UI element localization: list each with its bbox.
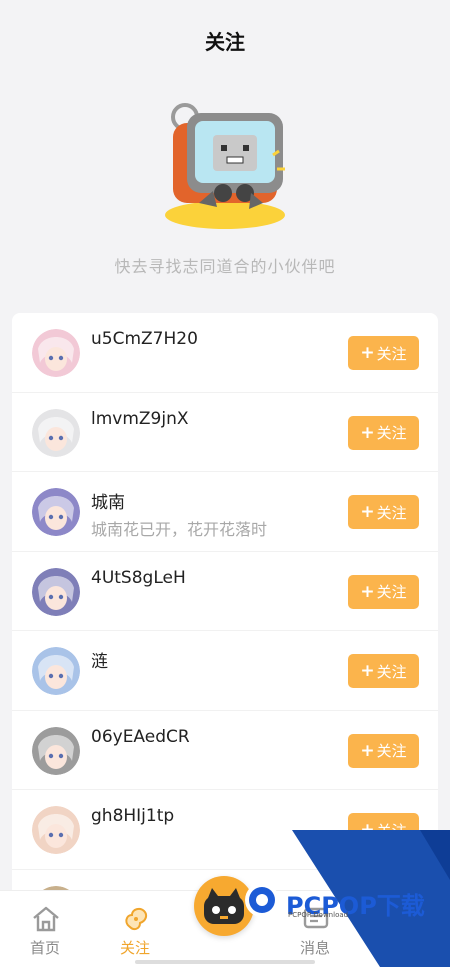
user-signature: 城南花已开，花开花落时	[91, 520, 268, 539]
user-list: u5CmZ7H20 + 关注 lmvmZ9jnX + 关注 城南 城南花已开，花开花落时 + 关注…	[12, 313, 438, 913]
plus-icon: +	[360, 661, 375, 681]
plus-icon: +	[360, 581, 375, 602]
plus-icon: +	[360, 343, 375, 363]
follow-button[interactable]: +关注	[348, 654, 419, 688]
page-title: 关注	[205, 29, 245, 54]
username[interactable]: 06yEAedCR	[91, 727, 190, 747]
follow-button-label: 关注	[376, 821, 407, 840]
follow-button[interactable]: +关注	[348, 495, 419, 529]
follow-button[interactable]: +关注	[348, 733, 419, 768]
hero-illustration: 快去寻找志同道合的小伙伴吧	[0, 95, 450, 295]
user-row[interactable]: lmvmZ9jnX + 关注	[12, 393, 438, 472]
follow-button-label: 关注	[376, 662, 407, 681]
mascot-face-icon	[204, 888, 244, 924]
username[interactable]: 城南	[91, 488, 125, 513]
tv-mascot-icon	[165, 103, 285, 229]
follow-button-label: 关注	[376, 583, 407, 601]
plus-icon: +	[360, 740, 375, 761]
user-row[interactable]: u5CmZ7H20 + 关注	[12, 313, 438, 393]
user-row[interactable]: 涟 + 关注	[12, 631, 438, 711]
user-row[interactable]: 4UtS8gLeH + 关注	[12, 552, 438, 631]
follow-button-label: 关注	[376, 424, 407, 442]
center-create-button[interactable]	[194, 876, 254, 936]
username[interactable]: u5CmZ7H20	[91, 329, 198, 349]
top-bar: 关注	[0, 0, 450, 80]
username[interactable]: lmvmZ9jnX	[91, 409, 189, 429]
follow-button-label: 关注	[376, 742, 407, 760]
tab-follow-label: 关注	[119, 939, 150, 957]
follow-button[interactable]: +关注	[348, 415, 419, 450]
follow-button[interactable]: +关注	[348, 813, 419, 847]
avatar[interactable]	[32, 567, 80, 616]
avatar[interactable]	[32, 408, 80, 457]
plus-icon: +	[360, 820, 375, 840]
tab-home-label: 首页	[29, 939, 60, 957]
tab-message-label: 消息	[299, 939, 330, 957]
follow-button[interactable]: +关注	[348, 336, 419, 370]
tab-home[interactable]: 首页	[0, 891, 90, 967]
follow-button[interactable]: +关注	[348, 574, 419, 609]
avatar[interactable]	[32, 488, 80, 536]
avatar[interactable]	[32, 647, 80, 695]
tab-message[interactable]: 消息	[270, 891, 360, 967]
home-indicator	[135, 960, 315, 964]
follow-button-label: 关注	[376, 503, 407, 522]
username[interactable]: 涟	[91, 647, 108, 672]
avatar[interactable]	[32, 329, 80, 377]
username[interactable]: 4UtS8gLeH	[91, 568, 186, 588]
tab-follow[interactable]: 关注	[90, 891, 180, 967]
peanut-icon	[125, 907, 148, 931]
user-row[interactable]: 城南城南花已开，花开花落时 + 关注	[12, 472, 438, 552]
plus-icon: +	[360, 422, 375, 443]
avatar[interactable]	[32, 806, 80, 854]
empty-hint-text: 快去寻找志同道合的小伙伴吧	[114, 257, 336, 276]
username[interactable]: gh8HIj1tp	[91, 806, 174, 826]
home-icon	[33, 906, 59, 932]
user-row[interactable]: gh8HIj1tp + 关注	[12, 790, 438, 870]
avatar[interactable]	[32, 726, 80, 775]
plus-icon: +	[360, 502, 375, 522]
user-row[interactable]: 06yEAedCR + 关注	[12, 711, 438, 790]
message-icon	[303, 907, 329, 929]
follow-button-label: 关注	[376, 344, 407, 363]
